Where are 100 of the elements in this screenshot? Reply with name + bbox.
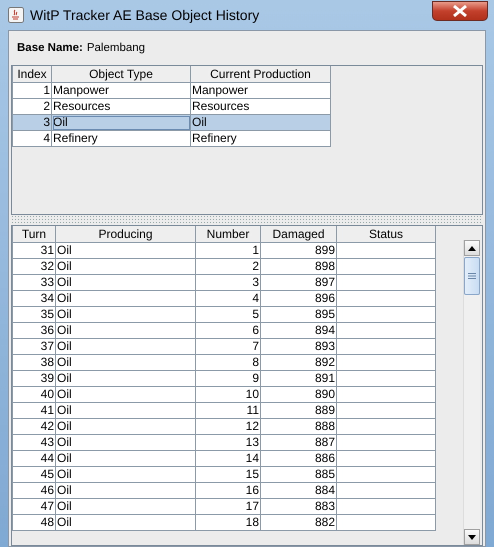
scrollbar-thumb[interactable] [464,257,480,295]
table-cell: Refinery [190,130,330,146]
column-header[interactable]: Turn [12,226,56,242]
table-cell: 10 [196,386,260,402]
scroll-down-button[interactable] [464,529,480,545]
table-cell: 890 [260,386,336,402]
table-cell: 891 [260,370,336,386]
table-cell: Oil [52,114,190,130]
column-header[interactable]: Producing [56,226,196,242]
table-cell: 45 [12,466,56,482]
close-icon [451,4,469,18]
app-icon [8,7,24,23]
table-cell: Oil [56,418,196,434]
column-header[interactable]: Current Production [190,66,330,82]
column-header[interactable]: Number [196,226,260,242]
table-cell: Oil [56,322,196,338]
table-cell: 896 [260,290,336,306]
table-cell: Oil [190,114,330,130]
table-cell: 4 [196,290,260,306]
table-cell: 42 [12,418,56,434]
table-cell: 34 [12,290,56,306]
table-cell: 1 [196,242,260,258]
table-cell: 13 [196,434,260,450]
table-cell: 9 [196,370,260,386]
table-cell: 18 [196,514,260,530]
table-cell: 6 [196,322,260,338]
base-name-label: Base Name: [17,42,83,54]
table-row[interactable]: 4 Refinery Refinery [12,130,330,146]
table-cell: 35 [12,306,56,322]
table-cell: 895 [260,306,336,322]
table-cell: Oil [56,386,196,402]
table-cell: 883 [260,498,336,514]
table-cell: 882 [260,514,336,530]
table-cell: Oil [56,450,196,466]
down-arrow-icon [468,534,476,540]
table-cell: Oil [56,498,196,514]
scroll-up-button[interactable] [464,240,480,256]
table-cell: Oil [56,290,196,306]
table-cell: 36 [12,322,56,338]
table-cell: Oil [56,258,196,274]
table-cell: Oil [56,370,196,386]
table-cell: 32 [12,258,56,274]
table-cell: 897 [260,274,336,290]
column-header[interactable]: Index [12,66,52,82]
table-cell: 892 [260,354,336,370]
table-cell: 44 [12,450,56,466]
table-cell: 885 [260,466,336,482]
table-row[interactable]: 1 Manpower Manpower [12,82,330,98]
table-cell: 893 [260,338,336,354]
table-cell: 47 [12,498,56,514]
table-cell: Oil [56,482,196,498]
table-cell: 8 [196,354,260,370]
table-cell: 884 [260,482,336,498]
table-cell: 37 [12,338,56,354]
table-cell: 43 [12,434,56,450]
table-cell: 1 [12,82,52,98]
table-cell: Oil [56,242,196,258]
table-cell: Oil [56,434,196,450]
table-cell: 3 [196,274,260,290]
table-row[interactable]: 3 Oil Oil [12,114,330,130]
table-cell: Resources [190,98,330,114]
splitter-handle[interactable] [11,215,483,225]
table-cell: 11 [196,402,260,418]
table-cell: 15 [196,466,260,482]
table-cell: 31 [12,242,56,258]
table-cell: Oil [56,466,196,482]
column-header[interactable]: Damaged [260,226,336,242]
table-cell: 41 [12,402,56,418]
table-cell: 2 [12,98,52,114]
table-cell: 2 [196,258,260,274]
base-name-value: Palembang [86,42,146,54]
table-cell: 46 [12,482,56,498]
table-cell: 886 [260,450,336,466]
table-cell: 899 [260,242,336,258]
table-cell: Oil [56,274,196,290]
table-row[interactable]: 2 Resources Resources [12,98,330,114]
table-cell: 48 [12,514,56,530]
close-button[interactable] [432,1,488,21]
table-cell: 39 [12,370,56,386]
column-header[interactable]: Status [336,226,436,242]
table-cell: Oil [56,402,196,418]
up-arrow-icon [468,246,476,250]
table-cell: 12 [196,418,260,434]
table-cell: 40 [12,386,56,402]
table-cell: 3 [12,114,52,130]
table-cell: 4 [12,130,52,146]
table-cell: Manpower [52,82,190,98]
table-cell: 16 [196,482,260,498]
window-title: WitP Tracker AE Base Object History [30,7,260,23]
table-cell: 888 [260,418,336,434]
table-cell: 889 [260,402,336,418]
table-cell: 38 [12,354,56,370]
table-cell: Refinery [52,130,190,146]
table-cell: 887 [260,434,336,450]
table-cell: Oil [56,338,196,354]
table-cell: 33 [12,274,56,290]
table-cell: Oil [56,514,196,530]
table-cell: 17 [196,498,260,514]
column-header[interactable]: Object Type [52,66,190,82]
table-cell: 14 [196,450,260,466]
